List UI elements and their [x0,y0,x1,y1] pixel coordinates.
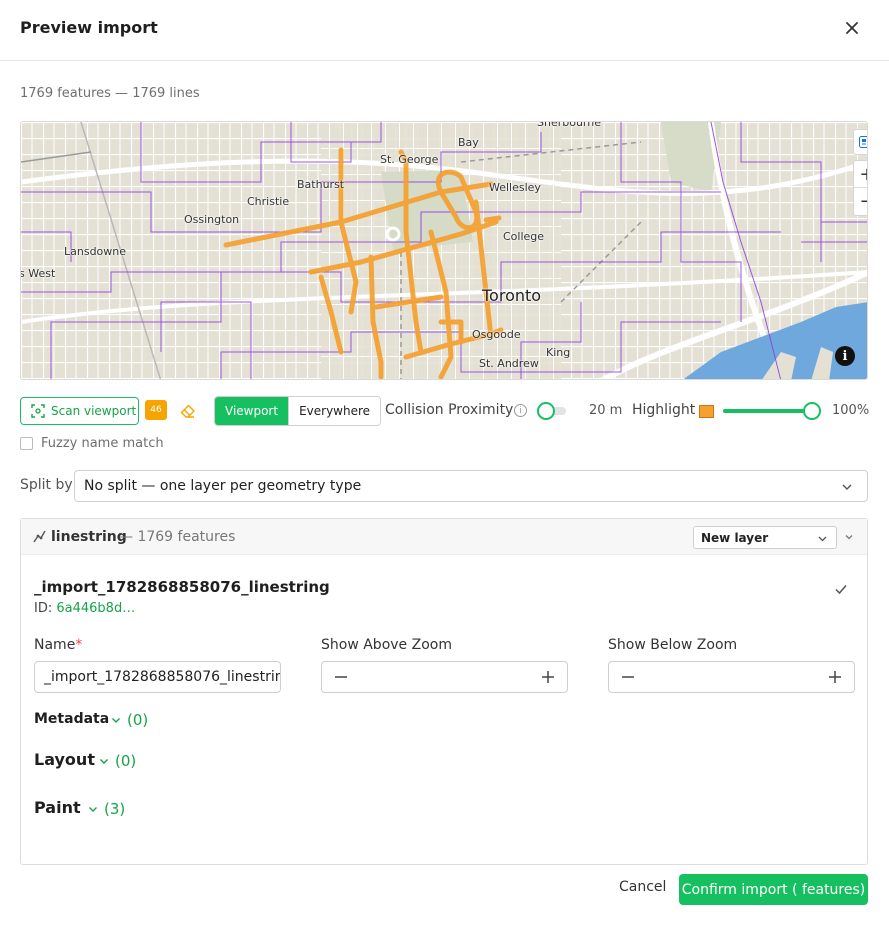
split-by-value: No split — one layer per geometry type [84,478,362,494]
layers-icon[interactable] [853,129,867,155]
map-label: Toronto [482,286,542,305]
layer-name-heading: _import_1782868858076_linestring [34,578,330,596]
show-above-zoom-label: Show Above Zoom [321,637,452,653]
plus-icon[interactable] [828,670,842,684]
paint-count: (3) [104,800,126,818]
scan-viewport-button[interactable]: Scan viewport [20,397,139,425]
map-label: College [503,230,545,243]
chevron-down-icon [112,718,120,723]
show-below-zoom-label: Show Below Zoom [608,637,738,653]
cancel-button[interactable]: Cancel [619,879,666,895]
highlight-value: 100% [832,403,870,418]
layer-id-value[interactable]: 6a446b8d… [56,601,135,616]
highlight-slider-handle[interactable] [803,402,821,420]
geometry-type: linestring [51,529,127,545]
map-label: Lansdowne [64,245,127,258]
map-label: Bathurst [297,178,345,191]
show-above-zoom-stepper[interactable] [321,661,568,693]
minus-icon[interactable] [334,670,348,684]
map-label: Osgoode [472,328,521,341]
import-summary: 1769 features — 1769 lines [20,86,200,101]
zoom-out-icon[interactable]: − [854,188,867,215]
layout-section-label: Layout [34,750,95,769]
scope-toggle: Viewport Everywhere [214,396,382,426]
metadata-count: (0) [127,711,149,729]
scope-everywhere-button[interactable]: Everywhere [288,397,381,425]
layer-panel-header[interactable]: linestring — 1769 features New layer [21,519,867,555]
map-label: Christie [247,195,290,208]
highlight-label: Highlight [632,402,696,418]
dialog-header: Preview import [0,0,889,61]
eraser-icon[interactable] [180,403,196,423]
check-icon[interactable] [834,582,848,596]
layer-name-input[interactable]: _import_1782868858076_linestring [34,661,281,693]
map-label: St. Andrew [479,357,539,370]
map-info-icon[interactable]: i [835,346,855,366]
dialog-title: Preview import [20,18,158,37]
layer-id: ID: 6a446b8d… [34,601,135,616]
map-label: King [546,346,571,359]
collapse-chevron-icon[interactable] [844,532,854,542]
info-icon[interactable]: i [514,404,527,417]
map-label: St. George [380,153,439,166]
map-canvas [21,122,867,379]
map-label: Ossington [184,213,240,226]
collision-proximity-label: Collision Proximity [385,402,514,418]
zoom-in-icon[interactable]: + [854,161,867,188]
map-label: Bay [458,136,479,149]
paint-section-label: Paint [34,798,81,817]
map-preview[interactable]: Sherbourne Bay St. George Bathurst Welle… [20,121,868,380]
split-by-label: Split by [20,477,73,493]
linestring-icon [33,530,46,543]
highlight-color-swatch[interactable] [699,405,714,418]
confirm-import-button[interactable]: Confirm import ( features) [679,874,868,905]
plus-icon[interactable] [541,670,555,684]
split-by-select[interactable]: No split — one layer per geometry type [74,470,868,502]
map-label: Wellesley [489,181,541,194]
proximity-value: 20 m [589,403,623,418]
scan-icon [31,404,45,418]
paint-toggle[interactable]: (3) [88,800,125,818]
fuzzy-name-match[interactable]: Fuzzy name match [20,436,164,451]
metadata-section-label: Metadata [34,711,110,727]
fuzzy-checkbox[interactable] [20,437,33,450]
map-label: Sherbourne [537,121,601,129]
close-icon[interactable] [842,18,862,38]
scope-viewport-button[interactable]: Viewport [215,397,289,425]
chevron-down-icon [842,484,852,490]
zoom-controls: + − [853,160,867,216]
layer-panel: linestring — 1769 features New layer _im… [20,518,868,865]
fuzzy-label: Fuzzy name match [41,436,164,451]
feature-count-badge: 46 [145,400,167,420]
scan-viewport-label: Scan viewport [51,404,137,418]
chevron-down-icon [100,759,108,764]
target-layer-select[interactable]: New layer [693,526,837,549]
name-label-text: Name [34,637,76,653]
target-layer-value: New layer [701,530,769,545]
map-label: s West [20,267,56,280]
chevron-down-icon [818,536,827,542]
show-below-zoom-stepper[interactable] [608,661,855,693]
layer-id-label: ID: [34,601,53,616]
minus-icon[interactable] [621,670,635,684]
name-field-label: Name* [34,637,82,653]
map-toolbar: Scan viewport 46 Viewport Everywhere Col… [20,396,870,426]
metadata-toggle[interactable]: (0) [111,711,148,729]
layout-count: (0) [115,752,137,770]
layout-toggle[interactable]: (0) [99,752,136,770]
collision-toggle[interactable] [537,402,555,420]
highlight-slider[interactable] [723,409,815,413]
chevron-down-icon [89,807,97,812]
feature-count: — 1769 features [119,529,236,545]
required-marker: * [75,637,83,653]
